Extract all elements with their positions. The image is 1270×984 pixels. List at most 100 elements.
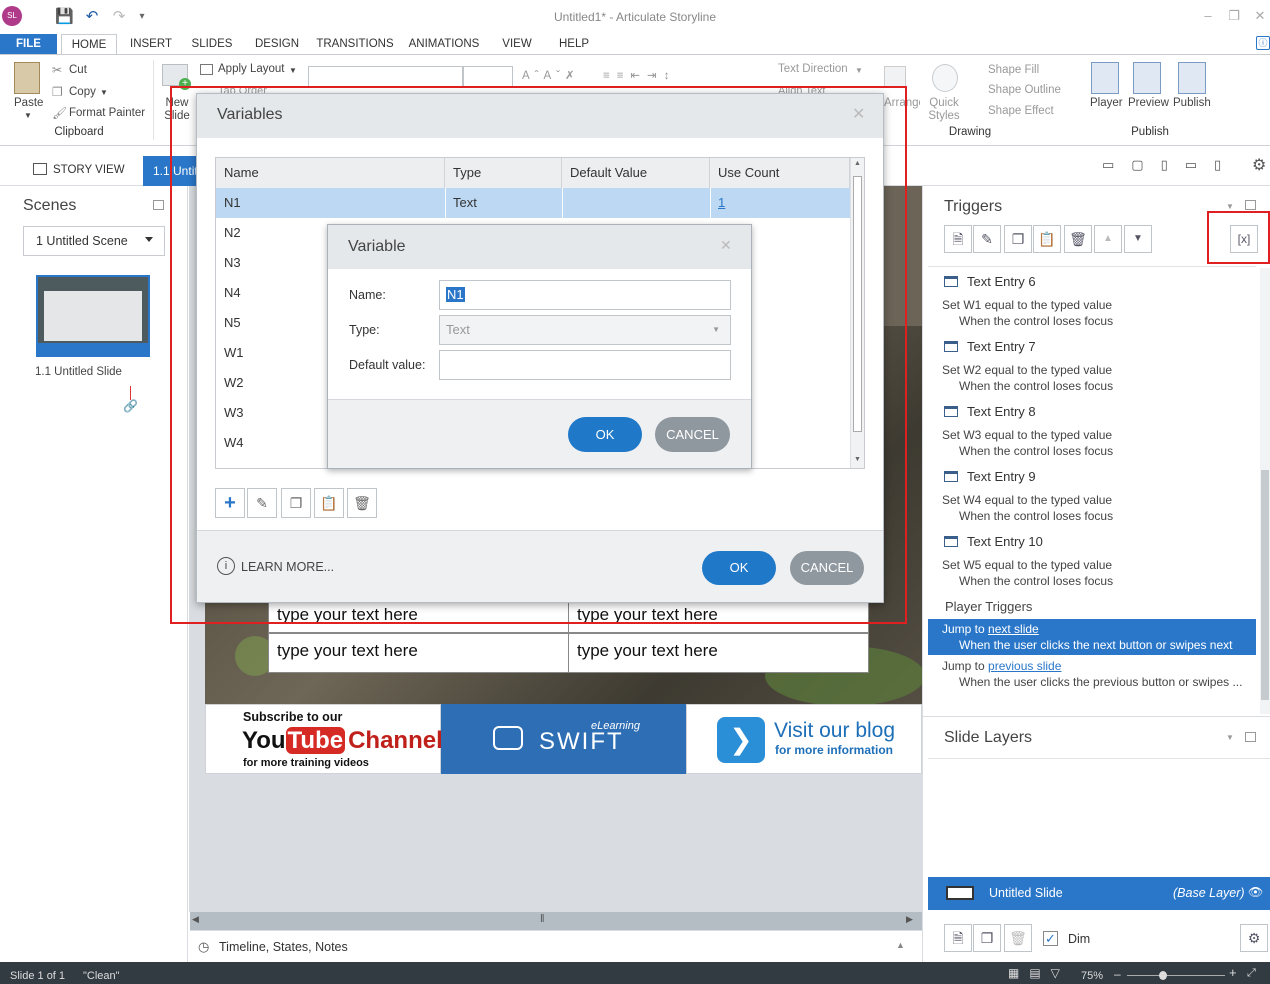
edit-trigger-icon[interactable]: ✎	[973, 225, 1001, 253]
table-scrollbar[interactable]: ▲ ▼	[850, 158, 864, 468]
preview-button[interactable]: Preview	[1128, 97, 1169, 109]
paste-button[interactable]: Paste	[14, 97, 43, 109]
view-mode-icons[interactable]: ▦▤▽	[1008, 966, 1070, 980]
scroll-right-icon[interactable]: ▶	[906, 914, 913, 925]
minimize-icon[interactable]: –	[1198, 6, 1218, 26]
add-variable-icon[interactable]: +	[215, 488, 245, 518]
table-scroll-thumb[interactable]	[853, 176, 862, 432]
default-value-field[interactable]	[439, 350, 731, 380]
scene-select[interactable]: 1 Untitled Scene	[23, 226, 165, 256]
delete-variable-icon[interactable]: 🗑	[347, 488, 377, 518]
quick-styles-button[interactable]: Quick Styles	[927, 97, 961, 123]
trigger-action[interactable]: Set W2 equal to the typed value	[942, 363, 1112, 377]
device-preview-icons[interactable]: ▭▢▯▭▯	[1102, 157, 1238, 173]
fit-window-icon[interactable]: ⤢	[1247, 967, 1256, 980]
shape-effect-button[interactable]: Shape Effect	[988, 105, 1054, 117]
trigger-action[interactable]: Set W1 equal to the typed value	[942, 298, 1112, 312]
delete-trigger-icon[interactable]: 🗑	[1064, 225, 1092, 253]
panel-menu-icon[interactable]: ▼	[1226, 733, 1234, 742]
variable-cancel-button[interactable]: CANCEL	[655, 417, 730, 452]
move-down-icon[interactable]: ▼	[1124, 225, 1152, 253]
text-entry-cell[interactable]: type your text here	[568, 633, 869, 673]
column-header-type[interactable]: Type	[445, 158, 562, 188]
ribbon-options-icon[interactable]: ⓘ	[1256, 36, 1270, 50]
cut-button[interactable]: Cut	[69, 64, 87, 76]
copy-variable-icon[interactable]: ❐	[281, 488, 311, 518]
layer-settings-gear-icon[interactable]: ⚙	[1240, 924, 1268, 952]
player-trigger-selected[interactable]: Jump to next slide When the user clicks …	[928, 619, 1256, 655]
scroll-grip-icon[interactable]: ‖	[540, 913, 545, 925]
variable-ok-button[interactable]: OK	[568, 417, 642, 452]
close-icon[interactable]: ✕	[720, 237, 732, 254]
tab-design[interactable]: DESIGN	[249, 34, 305, 54]
tab-home[interactable]: HOME	[61, 34, 117, 54]
trigger-heading[interactable]: Text Entry 7	[944, 339, 1036, 354]
panel-float-icon[interactable]	[1245, 200, 1256, 210]
prev-trigger[interactable]: Jump to previous slide	[942, 659, 1061, 673]
trigger-action[interactable]: Set W5 equal to the typed value	[942, 558, 1112, 572]
paste-trigger-icon[interactable]: 📋	[1033, 225, 1061, 253]
column-header-default[interactable]: Default Value	[562, 158, 710, 188]
dim-checkbox[interactable]: ✓	[1043, 931, 1058, 946]
preview-icon[interactable]	[1133, 62, 1161, 94]
timeline-bar[interactable]: ◷ Timeline, States, Notes ▲	[190, 930, 922, 962]
swift-banner[interactable]: eLearning SWIFT	[441, 704, 686, 774]
move-up-icon[interactable]: ▲	[1094, 225, 1122, 253]
player-icon[interactable]	[1091, 62, 1119, 94]
copy-button[interactable]: Copy	[69, 86, 96, 98]
new-trigger-icon[interactable]: 🗎	[944, 225, 972, 253]
variables-ok-button[interactable]: OK	[702, 551, 776, 585]
trigger-heading[interactable]: Text Entry 6	[944, 274, 1036, 289]
tab-transitions[interactable]: TRANSITIONS	[315, 34, 395, 54]
duplicate-layer-icon[interactable]: ❐	[973, 924, 1001, 952]
close-window-icon[interactable]: ✕	[1250, 6, 1270, 26]
eye-icon[interactable]: 👁	[1248, 885, 1263, 899]
text-direction-button[interactable]: Text Direction	[778, 63, 848, 75]
trigger-heading[interactable]: Text Entry 10	[944, 534, 1043, 549]
panel-menu-icon[interactable]: ▼	[1226, 202, 1234, 211]
tab-slides[interactable]: SLIDES	[186, 34, 238, 54]
scroll-down-icon[interactable]: ▼	[854, 456, 861, 463]
settings-gear-icon[interactable]: ⚙	[1252, 155, 1266, 175]
tab-insert[interactable]: INSERT	[125, 34, 177, 54]
column-header-name[interactable]: Name	[216, 158, 445, 188]
tab-file[interactable]: FILE	[0, 34, 57, 54]
font-size-select[interactable]	[463, 66, 513, 87]
trigger-heading[interactable]: Text Entry 9	[944, 469, 1036, 484]
edit-variable-icon[interactable]: ✎	[247, 488, 277, 518]
zoom-slider[interactable]	[1127, 975, 1225, 976]
panel-float-icon[interactable]	[1245, 732, 1256, 742]
panel-float-icon[interactable]	[153, 200, 164, 210]
name-field[interactable]: N1	[439, 280, 731, 310]
paste-icon[interactable]	[14, 62, 40, 94]
learn-more-link[interactable]: LEARN MORE...	[241, 560, 334, 574]
font-family-select[interactable]	[308, 66, 463, 87]
base-layer-row[interactable]: Untitled Slide (Base Layer) 👁	[928, 877, 1270, 910]
tab-view[interactable]: VIEW	[494, 34, 540, 54]
delete-layer-icon[interactable]: 🗑	[1004, 924, 1032, 952]
column-header-use-count[interactable]: Use Count	[710, 158, 850, 188]
youtube-banner[interactable]: Subscribe to our YouTube Channel for more…	[205, 704, 443, 774]
text-entry-cell[interactable]: type your text here	[268, 633, 569, 673]
tab-animations[interactable]: ANIMATIONS	[404, 34, 484, 54]
zoom-in-icon[interactable]: +	[1229, 965, 1237, 980]
shape-outline-button[interactable]: Shape Outline	[988, 84, 1061, 96]
scroll-left-icon[interactable]: ◀	[192, 914, 199, 925]
list-format-icons[interactable]: ≡≡⇤⇥↕	[603, 68, 676, 82]
scroll-up-icon[interactable]: ▲	[854, 160, 861, 167]
trigger-action[interactable]: Set W3 equal to the typed value	[942, 428, 1112, 442]
trigger-heading[interactable]: Text Entry 8	[944, 404, 1036, 419]
expand-up-icon[interactable]: ▲	[896, 940, 905, 950]
previous-slide-link[interactable]: previous slide	[988, 659, 1061, 673]
tab-help[interactable]: HELP	[550, 34, 598, 54]
trigger-scroll-thumb[interactable]	[1261, 470, 1269, 700]
next-slide-link[interactable]: next slide	[988, 622, 1039, 636]
new-layer-icon[interactable]: 🗎	[944, 924, 972, 952]
slide-thumbnail[interactable]	[36, 275, 150, 357]
use-count-link[interactable]: 1	[718, 188, 725, 218]
timeline-label[interactable]: Timeline, States, Notes	[219, 940, 348, 954]
publish-button[interactable]: Publish	[1173, 97, 1211, 109]
close-icon[interactable]: ✕	[852, 104, 865, 124]
table-row[interactable]: N1 Text 1	[216, 188, 850, 218]
publish-icon[interactable]	[1178, 62, 1206, 94]
